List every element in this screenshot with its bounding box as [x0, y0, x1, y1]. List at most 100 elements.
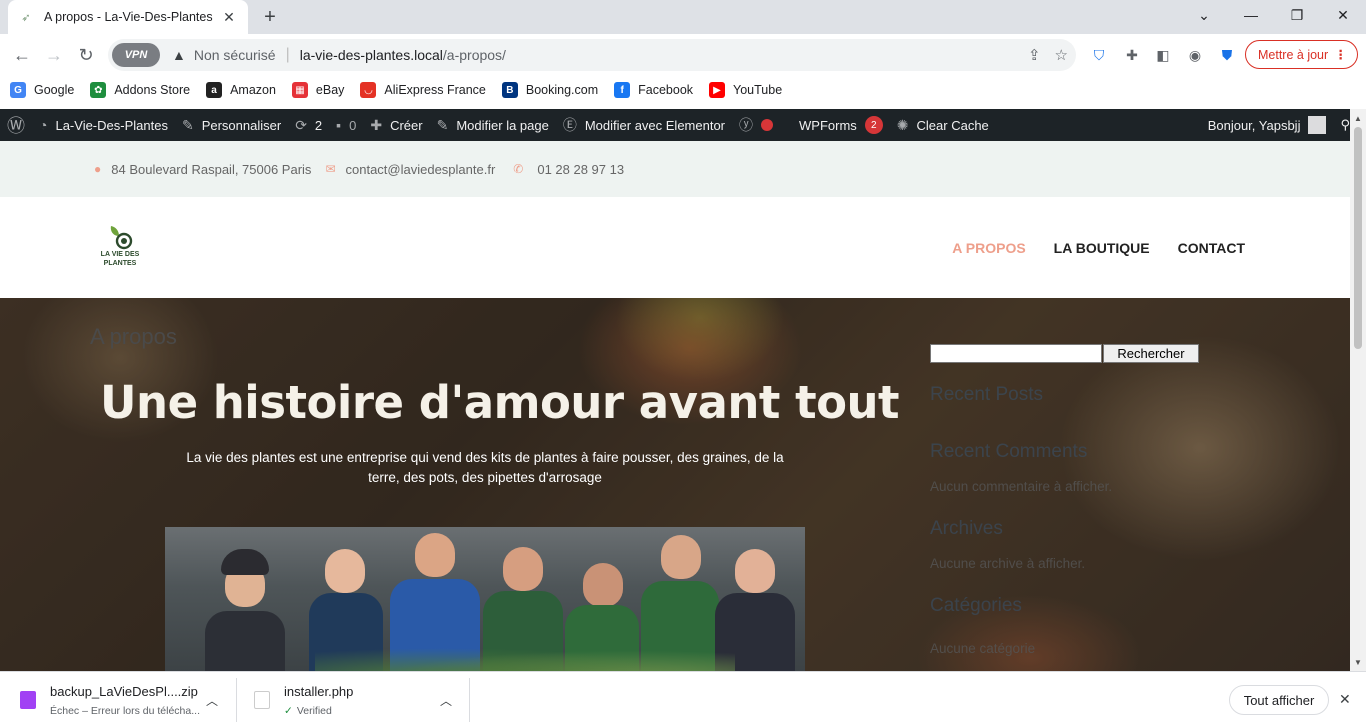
downloads-shelf: backup_LaVieDesPl....zip Échec – Erreur …: [0, 671, 1366, 728]
hero-heading: Une histoire d'amour avant tout: [100, 376, 900, 429]
elementor-icon: Ⓔ: [562, 117, 577, 133]
verified-label: Verified: [296, 704, 332, 717]
customize-link[interactable]: ✎ Personnaliser: [175, 109, 288, 141]
bookmark-item[interactable]: a Amazon: [206, 82, 276, 98]
nav-item-contact[interactable]: CONTACT: [1178, 240, 1245, 256]
scroll-up-icon[interactable]: ▲: [1350, 111, 1366, 125]
bookmark-label: AliExpress France: [384, 83, 486, 97]
security-shield-icon[interactable]: ⛊: [1216, 44, 1238, 66]
tab-title: A propos - La-Vie-Des-Plantes: [44, 10, 213, 24]
elementor-link[interactable]: Ⓔ Modifier avec Elementor: [556, 109, 732, 141]
bookmark-item[interactable]: G Google: [10, 82, 74, 98]
show-all-downloads-button[interactable]: Tout afficher: [1229, 685, 1329, 715]
search-button[interactable]: Rechercher: [1103, 344, 1199, 363]
active-tab[interactable]: ➶ A propos - La-Vie-Des-Plantes ✕: [8, 0, 248, 34]
close-tab-icon[interactable]: ✕: [220, 8, 238, 26]
bookmark-item[interactable]: ✿ Addons Store: [90, 82, 190, 98]
sidebar: Rechercher Recent Posts Recent Comments …: [930, 298, 1210, 671]
site-name: La-Vie-Des-Plantes: [55, 117, 168, 133]
bookmark-label: Booking.com: [525, 83, 599, 97]
url-path[interactable]: /a-propos/: [443, 47, 506, 63]
bookmark-item[interactable]: B Booking.com: [501, 82, 599, 98]
yoast-link[interactable]: ⓨ: [732, 109, 792, 141]
warning-icon[interactable]: ▲: [172, 47, 186, 63]
bookmark-label: eBay: [315, 83, 345, 97]
bookmark-item[interactable]: ◡ AliExpress France: [360, 82, 486, 98]
close-shelf-icon[interactable]: ✕: [1339, 691, 1351, 708]
menu-kebab-icon[interactable]: ⋮: [1335, 47, 1348, 62]
email-item[interactable]: ✉ contact@laviedesplante.fr: [325, 162, 495, 177]
address-bar[interactable]: VPN ▲ Non sécurisé | la-vie-des-plantes.…: [108, 39, 1076, 71]
brush-icon: ✎: [181, 116, 194, 133]
download-item[interactable]: installer.php ✓ Verified ︿: [254, 672, 464, 728]
site-logo[interactable]: LA VIE DES PLANTES: [96, 224, 144, 272]
profile-icon[interactable]: ◉: [1184, 44, 1206, 66]
plus-icon: ✚: [370, 116, 383, 133]
person: [205, 527, 285, 671]
contact-bar: ● 84 Boulevard Raspail, 75006 Paris ✉ cont…: [0, 141, 1350, 197]
url-host[interactable]: la-vie-des-plantes.local: [300, 47, 443, 63]
logo-text-line2: PLANTES: [103, 260, 137, 267]
bookmark-star-icon[interactable]: ☆: [1055, 46, 1068, 64]
address-text: 84 Boulevard Raspail, 75006 Paris: [111, 161, 312, 177]
new-content-link[interactable]: ✚ Créer: [363, 109, 429, 141]
new-tab-icon[interactable]: +: [258, 5, 282, 29]
security-label[interactable]: Non sécurisé: [194, 47, 276, 63]
reload-icon[interactable]: ↻: [73, 42, 99, 68]
account-menu[interactable]: Bonjour, Yapsbjj: [1201, 109, 1334, 141]
separator: [469, 678, 470, 722]
chevron-up-icon[interactable]: ︿: [206, 692, 218, 709]
vpn-badge[interactable]: VPN: [112, 43, 160, 67]
scrollbar-thumb[interactable]: [1354, 127, 1362, 349]
update-button-label: Mettre à jour: [1258, 47, 1329, 62]
comments-link[interactable]: ▪ 0: [329, 109, 363, 141]
close-window-icon[interactable]: ✕: [1320, 0, 1366, 30]
search-input[interactable]: [930, 344, 1102, 363]
download-filename: installer.php: [284, 683, 354, 699]
shield-extension-icon[interactable]: ⛉: [1088, 44, 1110, 66]
seo-status-dot: [761, 119, 774, 131]
maximize-icon[interactable]: ❐: [1274, 0, 1320, 30]
wordpress-logo-icon[interactable]: Ⓦ: [0, 109, 32, 141]
clear-cache-link[interactable]: ✺ Clear Cache: [890, 109, 996, 141]
bookmark-favicon-icon: ✿: [90, 82, 107, 98]
team-photo: [165, 527, 805, 671]
wpforms-link[interactable]: WPForms 2: [792, 109, 890, 141]
nav-item-boutique[interactable]: LA BOUTIQUE: [1054, 240, 1150, 256]
side-panel-icon[interactable]: ◧: [1152, 44, 1174, 66]
edit-page-link[interactable]: ✎ Modifier la page: [430, 109, 556, 141]
bookmark-label: YouTube: [733, 83, 783, 97]
email-text[interactable]: contact@laviedesplante.fr: [346, 162, 496, 177]
wp-admin-bar: Ⓦ ◔ La-Vie-Des-Plantes ✎ Personnaliser ⟳ 2 …: [0, 109, 1366, 141]
update-button[interactable]: Mettre à jour ⋮: [1245, 40, 1358, 69]
page-title: A propos: [90, 324, 177, 349]
bookmark-favicon-icon: a: [206, 82, 223, 98]
forward-icon[interactable]: →: [41, 42, 67, 68]
download-item[interactable]: backup_LaVieDesPl....zip Échec – Erreur …: [20, 672, 230, 728]
page-scrollbar[interactable]: ▲ ▼: [1350, 109, 1366, 671]
back-icon[interactable]: ←: [9, 42, 35, 68]
scroll-down-icon[interactable]: ▼: [1350, 655, 1366, 669]
updates-link[interactable]: ⟳ 2: [288, 109, 329, 141]
clear-cache-label: Clear Cache: [916, 117, 989, 133]
bookmark-item[interactable]: ▦ eBay: [291, 82, 345, 98]
sprout-logo-icon: [105, 224, 135, 250]
no-categories-text: Aucune catégorie: [930, 641, 1036, 656]
wpforms-label: WPForms: [799, 117, 857, 133]
minimize-icon[interactable]: —: [1228, 0, 1274, 30]
bookmark-item[interactable]: f Facebook: [614, 82, 693, 98]
nav-item-a-propos[interactable]: A PROPOS: [952, 240, 1025, 256]
bookmark-label: Facebook: [638, 83, 694, 97]
share-icon[interactable]: ⇪: [1028, 46, 1041, 64]
bookmarks-bar: G Google ✿ Addons Store a Amazon ▦ eBay ◡ AliExpr…: [0, 76, 1366, 104]
extensions-puzzle-icon[interactable]: ✚: [1121, 44, 1143, 66]
phone-item[interactable]: ✆ 01 28 28 97 13: [513, 162, 624, 177]
phone-text[interactable]: 01 28 28 97 13: [537, 162, 624, 177]
tab-search-chevron-icon[interactable]: ⌄: [1181, 0, 1227, 30]
separator: |: [285, 46, 290, 63]
dashboard-icon: ◔: [39, 117, 48, 133]
bookmark-favicon-icon: ▶: [709, 82, 726, 98]
site-name-link[interactable]: ◔ La-Vie-Des-Plantes: [32, 109, 175, 141]
bookmark-item[interactable]: ▶ YouTube: [709, 82, 782, 98]
chevron-up-icon[interactable]: ︿: [440, 692, 452, 709]
